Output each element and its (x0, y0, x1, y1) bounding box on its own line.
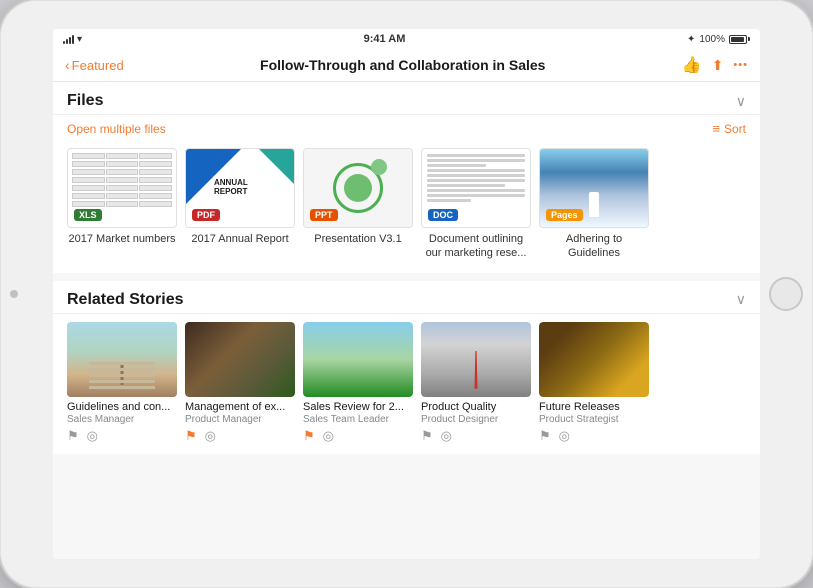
story-actions: ⚑ ◎ (421, 428, 531, 444)
bookmark-icon[interactable]: ⚑ (303, 428, 315, 444)
file-thumbnail-xls: XLS (67, 148, 177, 228)
bookmark-icon[interactable]: ⚑ (539, 428, 551, 444)
file-item[interactable]: XLS 2017 Market numbers (67, 148, 177, 261)
content-area: Files ∨ Open multiple files ≡ Sort (53, 82, 760, 559)
file-badge-xls: XLS (74, 209, 102, 221)
file-item[interactable]: Pages Adhering to Guidelines (539, 148, 649, 261)
story-actions: ⚑ ◎ (303, 428, 413, 444)
story-thumbnail (539, 322, 649, 397)
bookmark-icon[interactable]: ⚑ (67, 428, 79, 444)
wifi-icon: ▾ (77, 34, 82, 45)
file-thumbnail-ppt: PPT (303, 148, 413, 228)
file-name: Adhering to Guidelines (539, 232, 649, 261)
file-thumbnail-pages: Pages (539, 148, 649, 228)
thumbs-up-icon[interactable]: 👍 (682, 55, 702, 75)
bluetooth-icon: ✦ (687, 34, 695, 45)
story-actions: ⚑ ◎ (67, 428, 177, 444)
story-item[interactable]: Product Quality Product Designer ⚑ ◎ (421, 322, 531, 444)
story-name: Product Quality (421, 401, 531, 413)
story-thumbnail (67, 322, 177, 397)
camera-dot (10, 290, 18, 298)
story-role: Product Designer (421, 414, 531, 425)
stories-grid: Guidelines and con... Sales Manager ⚑ ◎ … (53, 314, 760, 454)
sort-button[interactable]: ≡ Sort (712, 121, 746, 136)
ipad-screen: ▾ 9:41 AM ✦ 100% ‹ Featured Follow-Throu… (53, 29, 760, 559)
story-actions: ⚑ ◎ (539, 428, 649, 444)
bookmark-icon[interactable]: ⚑ (421, 428, 433, 444)
related-stories-section: Related Stories ∨ Guidelines and con... (53, 281, 760, 454)
file-grid: XLS 2017 Market numbers ANNUALREPORT (53, 142, 760, 273)
story-item[interactable]: Management of ex... Product Manager ⚑ ◎ (185, 322, 295, 444)
signal-icon (63, 35, 74, 44)
file-name: 2017 Market numbers (69, 232, 176, 246)
file-badge-pages: Pages (546, 209, 583, 221)
story-name: Management of ex... (185, 401, 295, 413)
related-section-title: Related Stories (67, 291, 183, 309)
status-bar: ▾ 9:41 AM ✦ 100% (53, 29, 760, 49)
open-multiple-button[interactable]: Open multiple files (67, 122, 166, 136)
chevron-left-icon: ‹ (65, 57, 70, 73)
story-role: Product Strategist (539, 414, 649, 425)
file-thumbnail-pdf: ANNUALREPORT PDF (185, 148, 295, 228)
bookmark-icon[interactable]: ⚑ (185, 428, 197, 444)
files-section-header: Files ∨ (53, 82, 760, 115)
file-item[interactable]: DOC Document outlining our marketing res… (421, 148, 531, 261)
share-icon[interactable]: ⬆ (712, 57, 724, 74)
file-badge-doc: DOC (428, 209, 458, 221)
sort-label: Sort (724, 122, 746, 136)
battery-pct: 100% (699, 34, 725, 45)
file-item[interactable]: PPT Presentation V3.1 (303, 148, 413, 261)
nav-actions: 👍 ⬆ ••• (682, 55, 748, 75)
nav-bar: ‹ Featured Follow-Through and Collaborat… (53, 49, 760, 82)
rss-icon[interactable]: ◎ (441, 428, 452, 444)
related-collapse-icon[interactable]: ∨ (736, 291, 746, 308)
file-badge-ppt: PPT (310, 209, 338, 221)
story-role: Sales Team Leader (303, 414, 413, 425)
story-thumbnail (303, 322, 413, 397)
story-item[interactable]: Future Releases Product Strategist ⚑ ◎ (539, 322, 649, 444)
related-section-header: Related Stories ∨ (53, 281, 760, 314)
story-thumbnail (185, 322, 295, 397)
files-subheader: Open multiple files ≡ Sort (53, 115, 760, 142)
story-actions: ⚑ ◎ (185, 428, 295, 444)
story-name: Future Releases (539, 401, 649, 413)
battery-icon (729, 35, 750, 44)
file-name: Presentation V3.1 (314, 232, 401, 246)
status-time: 9:41 AM (364, 33, 406, 45)
story-thumbnail (421, 322, 531, 397)
story-name: Sales Review for 2... (303, 401, 413, 413)
story-role: Product Manager (185, 414, 295, 425)
more-icon[interactable]: ••• (733, 59, 748, 71)
rss-icon[interactable]: ◎ (559, 428, 570, 444)
back-button[interactable]: ‹ Featured (65, 57, 124, 73)
story-item[interactable]: Sales Review for 2... Sales Team Leader … (303, 322, 413, 444)
story-item[interactable]: Guidelines and con... Sales Manager ⚑ ◎ (67, 322, 177, 444)
file-item[interactable]: ANNUALREPORT PDF 2017 Annual Report (185, 148, 295, 261)
file-thumbnail-doc: DOC (421, 148, 531, 228)
story-role: Sales Manager (67, 414, 177, 425)
files-section-title: Files (67, 92, 103, 110)
rss-icon[interactable]: ◎ (205, 428, 216, 444)
files-collapse-icon[interactable]: ∨ (736, 93, 746, 110)
rss-icon[interactable]: ◎ (323, 428, 334, 444)
file-name: 2017 Annual Report (191, 232, 288, 246)
sort-icon: ≡ (712, 121, 720, 136)
ipad-device: ▾ 9:41 AM ✦ 100% ‹ Featured Follow-Throu… (0, 0, 813, 588)
page-title: Follow-Through and Collaboration in Sale… (260, 57, 545, 73)
rss-icon[interactable]: ◎ (87, 428, 98, 444)
back-label: Featured (72, 58, 124, 73)
home-button[interactable] (769, 277, 803, 311)
story-name: Guidelines and con... (67, 401, 177, 413)
file-name: Document outlining our marketing rese... (421, 232, 531, 261)
files-section: Files ∨ Open multiple files ≡ Sort (53, 82, 760, 273)
